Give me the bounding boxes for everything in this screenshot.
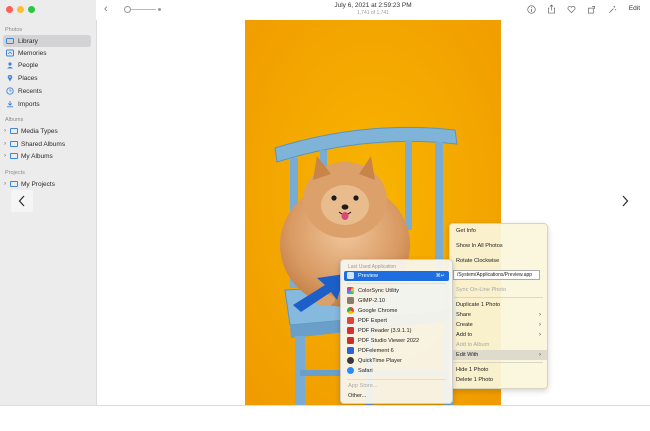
menu-item-show-in-all-photos[interactable]: Show In All Photos [450,241,547,251]
app-item-pdf-expert[interactable]: PDF Expert [344,316,449,326]
submenu-separator [347,283,446,284]
sidebar-item-memories[interactable]: Memories [3,47,91,59]
bottom-strip [0,405,650,431]
photos-window: Photos Library Memories People Places Re… [0,0,650,405]
other-app-item[interactable]: Other... [344,391,449,401]
path-tooltip: /System/Applications/Preview.app [453,270,540,280]
menu-item-create[interactable]: Create › [450,320,547,330]
chevron-right-icon: › [539,322,541,328]
gimp-icon [347,297,354,305]
zoom-window-button[interactable] [28,6,35,13]
sidebar-item-people[interactable]: People [3,59,91,71]
menu-item-duplicate[interactable]: Duplicate 1 Photo [450,300,547,310]
folder-icon [10,141,18,147]
clock-icon [6,87,14,95]
menu-item-edit-with[interactable]: Edit With › [450,350,547,360]
close-window-button[interactable] [6,6,13,13]
submenu-header: Last Used Application [348,264,397,270]
minimize-window-button[interactable] [17,6,24,13]
sidebar-item-shared-albums[interactable]: › Shared Albums [3,138,91,150]
context-menu: Get Info Show In All Photos Rotate Clock… [449,223,548,389]
sidebar-item-recents[interactable]: Recents [3,85,91,97]
previous-photo-button[interactable] [11,190,33,212]
app-item-preview[interactable]: Preview ⌘↵ [344,271,449,281]
app-item-safari[interactable]: Safari [344,366,449,376]
chevron-right-icon [622,195,629,207]
sidebar-item-media-types[interactable]: › Media Types [3,125,91,137]
pin-icon [6,74,14,82]
sidebar-item-my-albums[interactable]: › My Albums [3,150,91,162]
enhance-icon[interactable] [607,4,617,14]
app-store-item: App Store... [348,382,378,389]
toolbar: ‹ July 6, 2021 at 2:59:23 PM 1,741 of 1,… [96,0,650,20]
pdf-studio-icon [347,337,354,345]
pdfelement-icon [347,347,354,355]
heart-icon[interactable] [566,4,576,14]
app-item-colorsync[interactable]: ColorSync Utility [344,286,449,296]
app-item-pdf-reader[interactable]: PDF Reader (3.9.1.1) [344,326,449,336]
section-label-photos: Photos [5,27,23,33]
sidebar-item-my-projects[interactable]: › My Projects [3,178,91,190]
rotate-icon[interactable] [586,4,596,14]
menu-item-add-to[interactable]: Add to › [450,330,547,340]
app-item-gimp[interactable]: GIMP-2.10 [344,296,449,306]
sidebar-item-label: My Albums [21,152,53,160]
app-name: Preview [358,272,378,279]
edit-button[interactable]: Edit [629,5,640,12]
memories-icon [6,49,14,57]
sidebar-item-label: Library [18,37,38,45]
chevron-right-icon: › [539,352,541,358]
chrome-icon [347,307,354,315]
pdf-reader-icon [347,327,354,335]
menu-item-hide[interactable]: Hide 1 Photo [450,365,547,375]
folder-icon [10,153,18,159]
info-icon[interactable] [526,4,536,14]
sidebar-item-label: Places [18,74,38,82]
chevron-left-icon [18,195,25,207]
menu-item-share[interactable]: Share › [450,310,547,320]
menu-separator [454,362,543,363]
folder-icon [10,181,18,187]
import-icon [6,100,14,108]
next-photo-button[interactable] [619,194,631,208]
sidebar-item-label: People [18,61,39,69]
sidebar-item-library[interactable]: Library [3,35,91,47]
menu-item-get-info[interactable]: Get Info [450,226,547,236]
quicktime-icon [347,357,354,365]
sidebar-item-label: Imports [18,100,40,108]
sidebar-item-label: Shared Albums [21,140,66,148]
sidebar-item-imports[interactable]: Imports [3,98,91,110]
folder-icon [10,128,18,134]
section-label-albums: Albums [5,117,24,123]
people-icon [6,61,14,69]
sidebar-item-label: Recents [18,87,42,95]
menu-item-sync-online-photo: Sync On-Line Photo [456,287,507,293]
preview-icon [347,272,354,280]
share-icon[interactable] [546,4,556,14]
submenu-separator [347,379,446,380]
window-controls [6,6,35,13]
app-item-chrome[interactable]: Google Chrome [344,306,449,316]
library-icon [6,37,14,45]
menu-item-delete[interactable]: Delete 1 Photo [450,375,547,385]
sidebar-item-label: Media Types [21,127,58,135]
pdf-expert-icon [347,317,354,325]
menu-item-add-to-album: Add to Album [456,342,490,348]
app-item-pdf-studio[interactable]: PDF Studio Viewer 2022 [344,336,449,346]
chevron-right-icon: › [539,312,541,318]
menu-item-rotate-clockwise[interactable]: Rotate Clockwise [450,256,547,266]
section-label-projects: Projects [5,170,25,176]
sidebar-item-label: Memories [18,49,47,57]
menu-separator [454,297,543,298]
safari-icon [347,367,354,375]
sidebar-item-places[interactable]: Places [3,72,91,84]
chevron-right-icon: › [539,332,541,338]
app-item-quicktime[interactable]: QuickTime Player [344,356,449,366]
shortcut-label: ⌘↵ [435,272,445,279]
app-item-pdfelement[interactable]: PDFelement 6 [344,346,449,356]
edit-with-submenu: Last Used Application Preview ⌘↵ ColorSy… [340,259,453,404]
colorsync-icon [347,287,354,295]
sidebar-item-label: My Projects [21,180,55,188]
